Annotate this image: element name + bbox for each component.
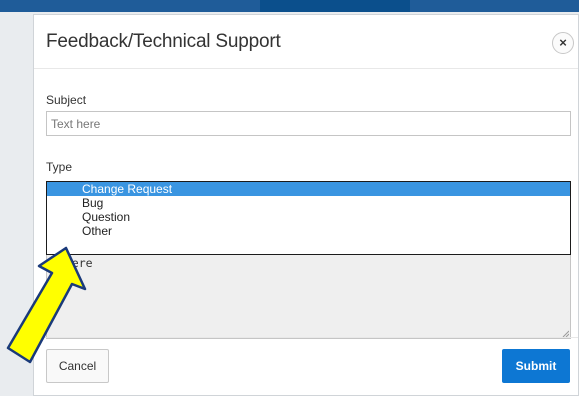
screen: Feedback/Technical Support × Subject Tex…	[0, 0, 579, 396]
close-button[interactable]: ×	[552, 32, 574, 54]
subject-input[interactable]: Text here	[46, 111, 571, 136]
description-placeholder: t here	[51, 256, 93, 270]
type-option-other[interactable]: Other	[47, 224, 570, 238]
cancel-button[interactable]: Cancel	[46, 349, 109, 383]
modal-title: Feedback/Technical Support	[46, 31, 281, 52]
submit-button[interactable]: Submit	[502, 349, 570, 383]
type-label: Type	[46, 160, 73, 174]
close-icon: ×	[559, 35, 567, 50]
app-topbar	[0, 0, 579, 12]
type-option-bug[interactable]: Bug	[47, 196, 570, 210]
type-dropdown-list[interactable]: Change Request Bug Question Other	[46, 181, 571, 255]
type-option-question[interactable]: Question	[47, 210, 570, 224]
topbar-segment	[260, 0, 410, 12]
modal-header: Feedback/Technical Support ×	[34, 15, 578, 69]
subject-label: Subject	[46, 93, 87, 107]
modal-footer: Cancel Submit	[34, 337, 578, 396]
resize-grip-icon[interactable]	[561, 329, 569, 337]
feedback-modal: Feedback/Technical Support × Subject Tex…	[33, 14, 579, 396]
type-option-change-request[interactable]: Change Request	[47, 182, 570, 196]
